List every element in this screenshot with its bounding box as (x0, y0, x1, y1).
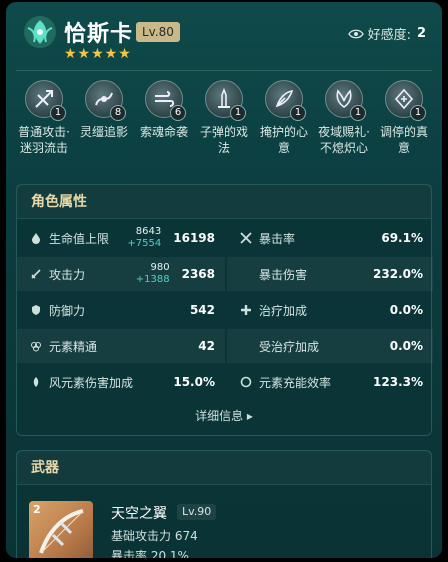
stat-def: 防御力 542 (17, 293, 225, 327)
skill-level-badge: 8 (110, 105, 126, 121)
skill-label: 掩护的心意 (259, 125, 308, 155)
skill-label: 子弹的戏法 (199, 125, 248, 155)
bullet-icon: 1 (205, 80, 246, 121)
stat-crit-dmg: 暴击伤害 232.0% (227, 257, 433, 291)
stat-label: 生命值上限 (49, 231, 110, 246)
stat-value: 123.3% (373, 375, 423, 389)
skill-level-badge: 6 (170, 105, 186, 121)
refinement-badge: 2 (33, 503, 41, 516)
stat-bonus: +1388 (135, 274, 170, 285)
anemo-element-icon (24, 16, 56, 48)
stat-value: 16198 (173, 231, 215, 245)
skill-label: 夜域赐礼·不熄炽心 (318, 125, 370, 155)
character-header: 恰斯卡 Lv.80 ★★★★★ 好感度: 2 (6, 2, 442, 72)
rarity-stars: ★★★★★ (64, 46, 132, 62)
crossbow-icon: 1 (25, 80, 66, 121)
stat-value: 0.0% (389, 339, 423, 353)
sword-icon (29, 267, 43, 281)
stat-value: 0.0% (389, 303, 423, 317)
seal-icon: 1 (385, 80, 426, 121)
wind-icon: 6 (145, 80, 186, 121)
drop-icon (29, 231, 43, 245)
skill-level-badge: 1 (290, 105, 306, 121)
stat-crit-rate: 暴击率 69.1% (227, 221, 433, 255)
skill-item[interactable]: 1 夜域赐礼·不熄炽心 (316, 80, 372, 156)
friendship-value: 2 (416, 26, 426, 41)
friendship-level: 好感度: 2 (347, 24, 426, 43)
stat-base: 8643 (135, 226, 162, 237)
shield-icon (29, 303, 43, 317)
weapon-name: 天空之翼 (111, 506, 167, 522)
stat-incoming-healing: 受治疗加成 0.0% (227, 329, 433, 363)
skill-level-badge: 1 (50, 105, 66, 121)
stat-value: 42 (198, 339, 215, 353)
feather-icon: 1 (265, 80, 306, 121)
skill-level-badge: 1 (350, 105, 366, 121)
bow-icon (39, 509, 84, 554)
stat-label: 元素精通 (49, 339, 98, 354)
anemo-icon (29, 375, 43, 389)
weapon-base-attack: 基础攻击力 674 (111, 529, 198, 543)
stat-label: 暴击伤害 (259, 267, 308, 282)
stat-em: 元素精通 42 (17, 329, 225, 363)
stat-label: 暴击率 (259, 231, 296, 246)
stat-atk: 攻击力 980 +1388 2368 (17, 257, 225, 291)
recharge-icon (239, 375, 253, 389)
skill-list: 1 普通攻击·迷羽流击 8 灵缰追影 6 索魂命袭 1 子弹的戏法 1 掩护的心… (16, 80, 432, 156)
skill-label: 灵缰追影 (79, 125, 128, 139)
stat-label: 受治疗加成 (259, 339, 320, 354)
stat-value: 2368 (181, 267, 215, 281)
crit-icon (239, 231, 253, 245)
stat-label: 治疗加成 (259, 303, 308, 318)
details-link[interactable]: 详细信息 ▸ (17, 407, 431, 424)
stat-anemo-dmg: 风元素伤害加成 15.0% (17, 365, 225, 399)
skill-label: 普通攻击·迷羽流击 (18, 125, 70, 155)
stat-breakdown: 8643 +7554 (127, 226, 161, 250)
character-level-badge: Lv.80 (136, 22, 180, 42)
stat-value: 69.1% (381, 231, 423, 245)
attributes-title: 角色属性 (17, 185, 431, 219)
header-divider (16, 70, 432, 71)
stat-bonus: +7554 (127, 238, 162, 249)
stat-value: 232.0% (373, 267, 423, 281)
weapon-title: 武器 (17, 451, 431, 485)
stat-value: 15.0% (173, 375, 215, 389)
plus-icon (239, 303, 253, 317)
stat-label: 防御力 (49, 303, 86, 318)
skill-item[interactable]: 6 索魂命袭 (136, 80, 192, 156)
weapon-substat: 暴击率 20.1% (111, 549, 189, 558)
skill-item[interactable]: 1 掩护的心意 (256, 80, 312, 156)
stat-healing: 治疗加成 0.0% (227, 293, 433, 327)
stat-label: 风元素伤害加成 (49, 375, 134, 390)
eye-icon (347, 29, 364, 38)
skill-label: 调停的真意 (379, 125, 428, 155)
weapon-level-badge: Lv.90 (177, 504, 217, 520)
stat-base: 980 (150, 262, 170, 273)
stat-label: 元素充能效率 (259, 375, 332, 390)
skill-item[interactable]: 8 灵缰追影 (76, 80, 132, 156)
ribbon-icon: 8 (85, 80, 126, 121)
elemental-mastery-icon (29, 339, 43, 353)
friendship-label: 好感度: (367, 28, 411, 43)
skill-item[interactable]: 1 调停的真意 (376, 80, 432, 156)
skill-item[interactable]: 1 普通攻击·迷羽流击 (16, 80, 72, 156)
character-panel: 恰斯卡 Lv.80 ★★★★★ 好感度: 2 1 普通攻击·迷羽流击 8 灵缰追… (6, 2, 442, 558)
skill-item[interactable]: 1 子弹的戏法 (196, 80, 252, 156)
stat-label: 攻击力 (49, 267, 86, 282)
skill-level-badge: 1 (410, 105, 426, 121)
skill-label: 索魂命袭 (139, 125, 188, 139)
stat-hp: 生命值上限 8643 +7554 16198 (17, 221, 225, 255)
stat-breakdown: 980 +1388 (136, 262, 170, 286)
attributes-panel: 角色属性 生命值上限 8643 +7554 16198 攻击力 980 +138… (16, 184, 433, 436)
stat-energy-recharge: 元素充能效率 123.3% (227, 365, 433, 399)
stat-value: 542 (189, 303, 215, 317)
wing-icon: 1 (325, 80, 366, 121)
skill-level-badge: 1 (230, 105, 246, 121)
weapon-panel: 武器 2 天空之翼 Lv.90 基础攻击力 674 暴击率 20.1% (16, 450, 432, 558)
character-name: 恰斯卡 (64, 22, 134, 47)
weapon-image[interactable]: 2 (29, 501, 93, 558)
